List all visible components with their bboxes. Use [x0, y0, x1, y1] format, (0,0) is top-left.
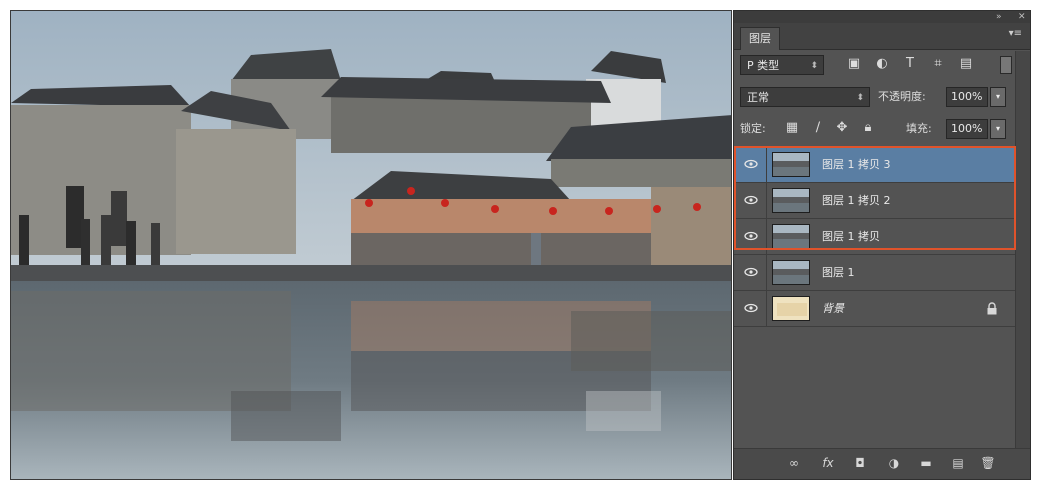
layer-thumbnail: [772, 152, 810, 177]
layer-name: 背景: [822, 302, 844, 315]
trash-icon[interactable]: 🗑︎: [980, 455, 996, 471]
type-filter-icon[interactable]: T: [902, 56, 918, 72]
panel-menu-icon[interactable]: ▾≡: [1009, 28, 1022, 39]
filter-kind-label: P 类型: [747, 59, 780, 72]
fill-label: 填充:: [906, 122, 932, 135]
blend-mode-dropdown[interactable]: 正常 ⬍: [740, 87, 870, 107]
layers-scrollbar[interactable]: [1015, 51, 1030, 461]
eye-icon[interactable]: [744, 301, 758, 315]
chevron-down-icon: ⬍: [810, 61, 818, 71]
layer-row-copy[interactable]: 图层 1 拷贝: [734, 219, 1016, 255]
smart-object-filter-icon[interactable]: ▤: [958, 56, 974, 72]
layer-thumbnail: [772, 260, 810, 285]
layer-row-background[interactable]: 背景: [734, 291, 1016, 327]
tab-layers[interactable]: 图层: [740, 27, 780, 50]
adjustment-layer-icon[interactable]: ◑: [886, 455, 902, 471]
eye-icon[interactable]: [744, 157, 758, 171]
lock-move-icon[interactable]: ✥: [834, 120, 850, 136]
adjustment-filter-icon[interactable]: ◐: [874, 56, 890, 72]
layer-thumbnail: [772, 224, 810, 249]
fill-stepper[interactable]: ▾: [990, 119, 1006, 139]
lock-row: 锁定: ▦ ∕ ✥ 🔒︎ 填充: 100% ▾: [734, 115, 1030, 145]
layer-name: 图层 1: [822, 266, 855, 279]
layer-thumbnail: [772, 188, 810, 213]
layer-row-copy-3[interactable]: 图层 1 拷贝 3: [734, 147, 1016, 183]
mask-icon[interactable]: ◘: [852, 455, 868, 471]
eye-icon[interactable]: [744, 193, 758, 207]
opacity-stepper[interactable]: ▾: [990, 87, 1006, 107]
opacity-label: 不透明度:: [878, 90, 926, 103]
panel-title-strip: » ✕: [734, 11, 1030, 23]
layer-thumbnail: [772, 296, 810, 321]
layer-name: 图层 1 拷贝 3: [822, 158, 891, 171]
lock-label: 锁定:: [740, 122, 766, 135]
layer-list: 图层 1 拷贝 3 图层 1 拷贝 2 图层 1 拷贝 图层 1 背景: [734, 147, 1016, 327]
filter-kind-dropdown[interactable]: P 类型 ⬍: [740, 55, 824, 75]
shape-filter-icon[interactable]: ⌗: [930, 56, 946, 72]
panel-tab-bar: 图层 ▾≡: [734, 23, 1030, 50]
layer-row-copy-2[interactable]: 图层 1 拷贝 2: [734, 183, 1016, 219]
row-divider: [766, 183, 767, 218]
link-layers-icon[interactable]: ∞: [786, 455, 802, 471]
row-divider: [766, 147, 767, 182]
row-divider: [766, 219, 767, 254]
eye-icon[interactable]: [744, 229, 758, 243]
lock-transparent-icon[interactable]: ▦: [784, 120, 800, 136]
collapse-icon[interactable]: »: [996, 11, 1002, 23]
blend-row: 正常 ⬍ 不透明度: 100% ▾: [734, 83, 1030, 113]
fx-icon[interactable]: fx: [820, 455, 836, 471]
close-panel-icon[interactable]: ✕: [1018, 11, 1026, 23]
layer-row-layer-1[interactable]: 图层 1: [734, 255, 1016, 291]
lock-all-icon[interactable]: 🔒︎: [860, 120, 876, 136]
eye-icon[interactable]: [744, 265, 758, 279]
new-layer-icon[interactable]: ▤: [950, 455, 966, 471]
panel-bottom-bar: ∞ fx ◘ ◑ ▬ ▤ 🗑︎: [734, 448, 1030, 479]
screenshot-frame: » ✕ 图层 ▾≡ P 类型 ⬍ ▣ ◐ T ⌗ ▤ 正常 ⬍ 不透明度: 10…: [0, 0, 1040, 492]
layer-name: 图层 1 拷贝 2: [822, 194, 891, 207]
filter-row: P 类型 ⬍ ▣ ◐ T ⌗ ▤: [734, 51, 1030, 81]
lock-icon: [987, 302, 997, 315]
canvas-image[interactable]: [10, 10, 732, 480]
row-divider: [766, 255, 767, 290]
fill-input[interactable]: 100%: [946, 119, 988, 139]
lock-paint-icon[interactable]: ∕: [810, 120, 826, 136]
layers-panel: » ✕ 图层 ▾≡ P 类型 ⬍ ▣ ◐ T ⌗ ▤ 正常 ⬍ 不透明度: 10…: [733, 10, 1031, 480]
blend-mode-label: 正常: [747, 91, 769, 104]
layer-name: 图层 1 拷贝: [822, 230, 880, 243]
image-filter-icon[interactable]: ▣: [846, 56, 862, 72]
opacity-input[interactable]: 100%: [946, 87, 988, 107]
filter-toggle-switch[interactable]: [1000, 56, 1012, 74]
row-divider: [766, 291, 767, 326]
group-folder-icon[interactable]: ▬: [918, 455, 934, 471]
chevron-down-icon: ⬍: [856, 93, 864, 103]
